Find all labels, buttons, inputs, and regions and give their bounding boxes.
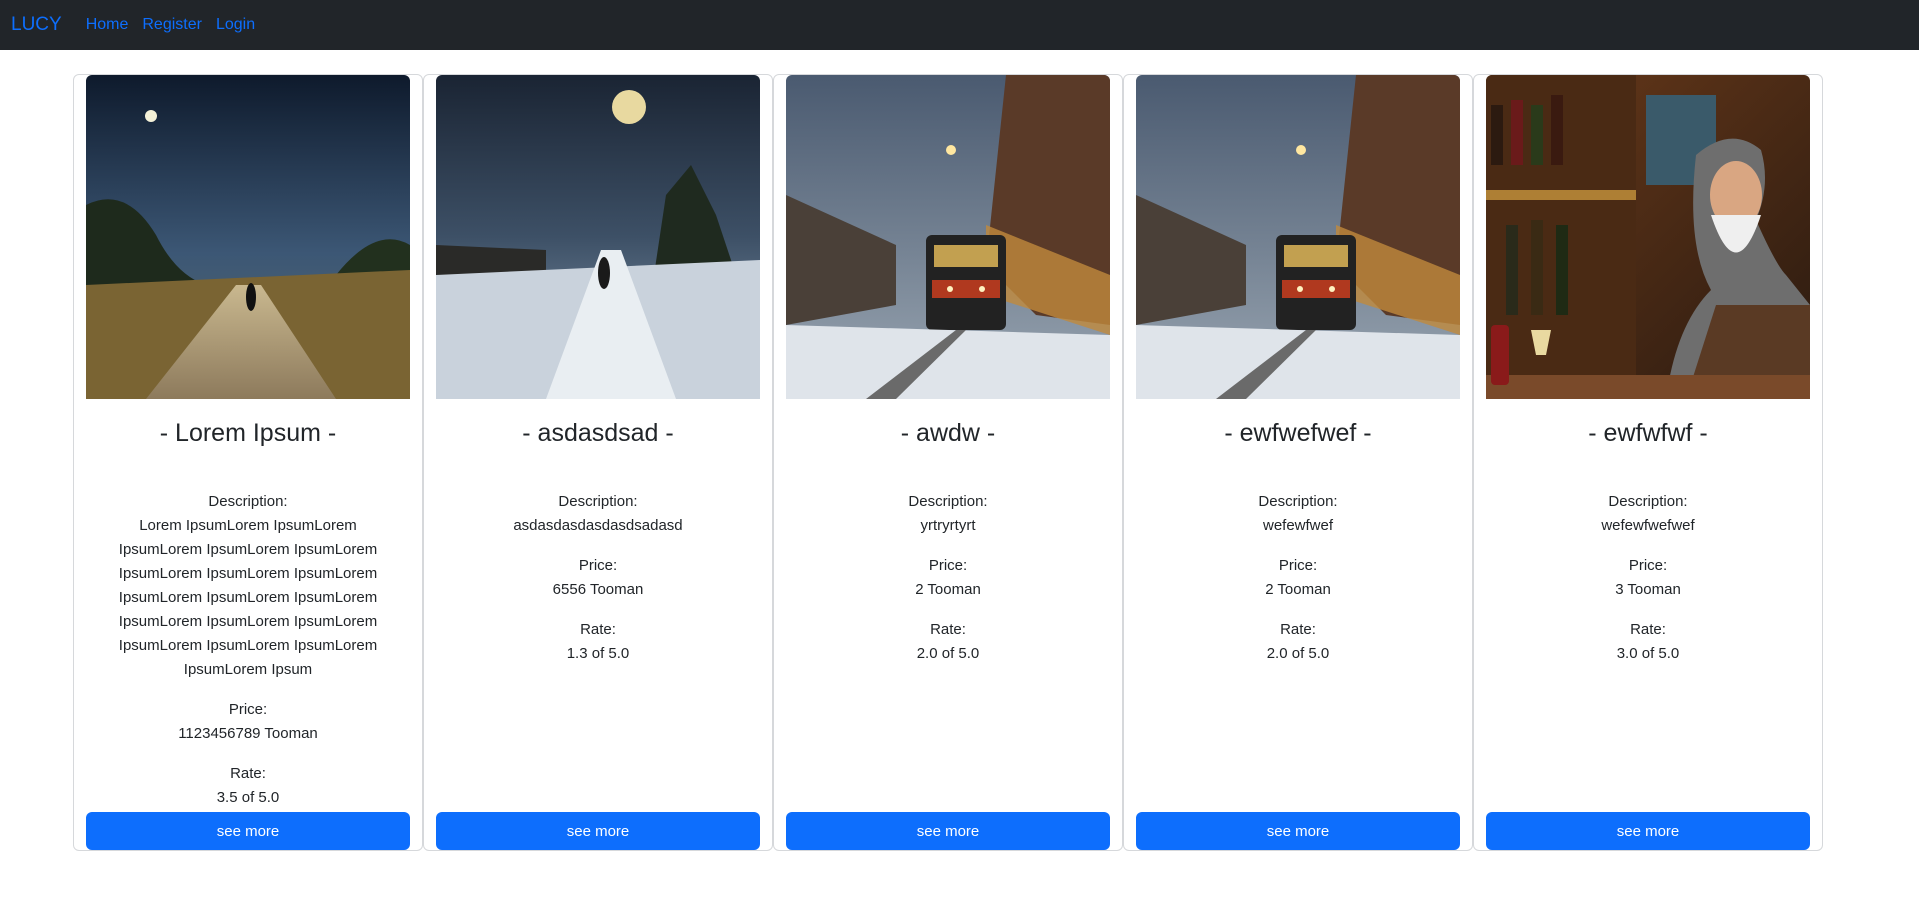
product-card-list: - Lorem Ipsum - Description: Lorem Ipsum… [73, 74, 1823, 851]
night-road-painting-image[interactable] [86, 75, 410, 399]
rate-label: Rate: [930, 621, 966, 638]
rate-label: Rate: [1280, 621, 1316, 638]
product-card: - awdw - Description: yrtryrtyrt Price: … [773, 74, 1123, 851]
rate-label: Rate: [580, 621, 616, 638]
winter-train-station-painting-image[interactable] [786, 75, 1110, 399]
brand-logo-link[interactable]: LUCY [11, 14, 62, 36]
card-title: - asdasdsad - [522, 419, 674, 447]
nav-link-login[interactable]: Login [216, 16, 255, 34]
product-card: - ewfwefwef - Description: wefewfwef Pri… [1123, 74, 1473, 851]
rate-value: 1.3 of 5.0 [566, 645, 630, 662]
description-value: wefewfwef [1262, 517, 1334, 534]
price-label: Price: [578, 557, 618, 574]
product-card: - ewfwfwf - Description: wefewfwefwef Pr… [1473, 74, 1823, 851]
description-label: Description: [1608, 493, 1688, 510]
winter-train-station-painting-image[interactable] [1136, 75, 1460, 399]
description-value: wefewfwefwef [1601, 517, 1695, 534]
rate-value: 2.0 of 5.0 [916, 645, 980, 662]
rate-value: 3.0 of 5.0 [1616, 645, 1680, 662]
card-title: - ewfwfwf - [1588, 419, 1708, 447]
description-value: yrtryrtyrt [920, 517, 976, 534]
price-label: Price: [1628, 557, 1668, 574]
description-label: Description: [1258, 493, 1338, 510]
price-value: 2 Tooman [915, 581, 981, 598]
description-label: Description: [208, 493, 288, 510]
price-label: Price: [1278, 557, 1318, 574]
top-navbar: LUCY Home Register Login [0, 0, 1919, 50]
card-title: - awdw - [900, 419, 996, 447]
price-value: 2 Tooman [1265, 581, 1331, 598]
rate-value: 2.0 of 5.0 [1266, 645, 1330, 662]
rate-value: 3.5 of 5.0 [216, 789, 280, 806]
price-label: Price: [928, 557, 968, 574]
description-value: asdasdasdasdasdsadasd [513, 517, 683, 534]
description-value: Lorem IpsumLorem IpsumLorem IpsumLorem I… [118, 517, 378, 678]
price-label: Price: [228, 701, 268, 718]
price-value: 6556 Tooman [552, 581, 644, 598]
old-man-bar-painting-image[interactable] [1486, 75, 1810, 399]
price-value: 3 Tooman [1615, 581, 1681, 598]
product-card: - Lorem Ipsum - Description: Lorem Ipsum… [73, 74, 423, 851]
card-title: - Lorem Ipsum - [159, 419, 337, 447]
description-label: Description: [908, 493, 988, 510]
description-label: Description: [558, 493, 638, 510]
see-more-button[interactable]: see more [1136, 812, 1460, 850]
see-more-button[interactable]: see more [86, 812, 410, 850]
nav-link-home[interactable]: Home [86, 16, 129, 34]
see-more-button[interactable]: see more [786, 812, 1110, 850]
see-more-button[interactable]: see more [436, 812, 760, 850]
card-title: - ewfwefwef - [1224, 419, 1372, 447]
see-more-button[interactable]: see more [1486, 812, 1810, 850]
snowy-road-moon-painting-image[interactable] [436, 75, 760, 399]
price-value: 1123456789 Tooman [178, 725, 318, 742]
rate-label: Rate: [1630, 621, 1666, 638]
product-card: - asdasdsad - Description: asdasdasdasda… [423, 74, 773, 851]
nav-link-register[interactable]: Register [142, 16, 202, 34]
rate-label: Rate: [230, 765, 266, 782]
